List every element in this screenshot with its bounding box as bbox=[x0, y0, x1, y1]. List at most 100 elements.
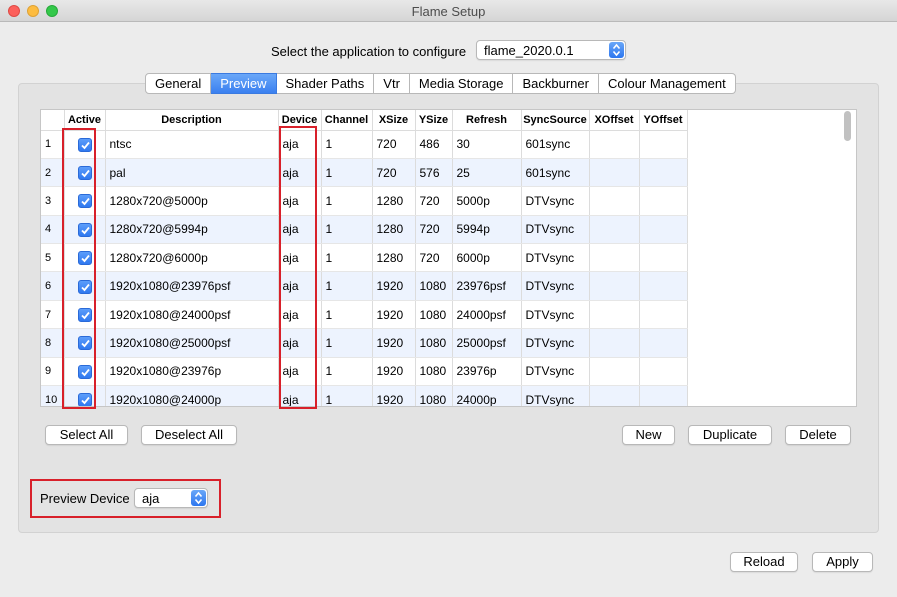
cell-channel[interactable]: 1 bbox=[321, 300, 373, 330]
cell-yoffset[interactable] bbox=[639, 186, 688, 216]
cell-ysize[interactable]: 720 bbox=[415, 186, 453, 216]
table-row[interactable]: 2 pal aja 1 720 576 25 601sync bbox=[41, 158, 688, 188]
table-row[interactable]: 7 1920x1080@24000psf aja 1 1920 1080 24000psf D… bbox=[41, 300, 688, 330]
apply-button[interactable]: Apply bbox=[812, 552, 873, 572]
cell-xoffset[interactable] bbox=[589, 357, 640, 387]
column-header-ysize[interactable]: YSize bbox=[415, 110, 453, 131]
cell-refresh[interactable]: 25 bbox=[452, 158, 522, 188]
cell-description[interactable]: 1920x1080@23976psf bbox=[105, 271, 279, 301]
cell-syncsource[interactable]: DTVsync bbox=[521, 271, 590, 301]
cell-yoffset[interactable] bbox=[639, 215, 688, 245]
cell-xsize[interactable]: 1920 bbox=[372, 328, 416, 358]
cell-xsize[interactable]: 1920 bbox=[372, 357, 416, 387]
cell-xoffset[interactable] bbox=[589, 158, 640, 188]
cell-channel[interactable]: 1 bbox=[321, 215, 373, 245]
cell-description[interactable]: 1280x720@6000p bbox=[105, 243, 279, 273]
cell-xsize[interactable]: 1280 bbox=[372, 186, 416, 216]
cell-syncsource[interactable]: 601sync bbox=[521, 130, 590, 159]
table-row[interactable]: 3 1280x720@5000p aja 1 1280 720 5000p DTVsync bbox=[41, 186, 688, 216]
cell-xoffset[interactable] bbox=[589, 271, 640, 301]
cell-channel[interactable]: 1 bbox=[321, 243, 373, 273]
table-row[interactable]: 4 1280x720@5994p aja 1 1280 720 5994p DTVsync bbox=[41, 215, 688, 245]
cell-xsize[interactable]: 1280 bbox=[372, 243, 416, 273]
reload-button[interactable]: Reload bbox=[730, 552, 798, 572]
cell-yoffset[interactable] bbox=[639, 130, 688, 159]
select-all-button[interactable]: Select All bbox=[45, 425, 128, 445]
column-header-xoffset[interactable]: XOffset bbox=[589, 110, 640, 131]
cell-syncsource[interactable]: 601sync bbox=[521, 158, 590, 188]
tab-general[interactable]: General bbox=[145, 73, 212, 94]
cell-description[interactable]: ntsc bbox=[105, 130, 279, 159]
cell-ysize[interactable]: 576 bbox=[415, 158, 453, 188]
column-header-syncsource[interactable]: SyncSource bbox=[521, 110, 590, 131]
delete-button[interactable]: Delete bbox=[785, 425, 851, 445]
cell-description[interactable]: 1920x1080@24000p bbox=[105, 385, 279, 406]
cell-ysize[interactable]: 1080 bbox=[415, 300, 453, 330]
table-row[interactable]: 8 1920x1080@25000psf aja 1 1920 1080 25000psf D… bbox=[41, 328, 688, 358]
cell-xsize[interactable]: 720 bbox=[372, 158, 416, 188]
cell-xsize[interactable]: 1920 bbox=[372, 300, 416, 330]
cell-description[interactable]: 1280x720@5994p bbox=[105, 215, 279, 245]
cell-yoffset[interactable] bbox=[639, 357, 688, 387]
cell-ysize[interactable]: 1080 bbox=[415, 328, 453, 358]
cell-channel[interactable]: 1 bbox=[321, 186, 373, 216]
cell-syncsource[interactable]: DTVsync bbox=[521, 243, 590, 273]
cell-xsize[interactable]: 720 bbox=[372, 130, 416, 159]
cell-syncsource[interactable]: DTVsync bbox=[521, 357, 590, 387]
cell-description[interactable]: 1280x720@5000p bbox=[105, 186, 279, 216]
cell-ysize[interactable]: 1080 bbox=[415, 357, 453, 387]
table-scrollbar[interactable] bbox=[844, 111, 851, 141]
cell-description[interactable]: pal bbox=[105, 158, 279, 188]
cell-ysize[interactable]: 1080 bbox=[415, 385, 453, 406]
cell-xoffset[interactable] bbox=[589, 300, 640, 330]
cell-yoffset[interactable] bbox=[639, 385, 688, 406]
cell-refresh[interactable]: 24000p bbox=[452, 385, 522, 406]
tab-shader-paths[interactable]: Shader Paths bbox=[276, 73, 375, 94]
cell-xoffset[interactable] bbox=[589, 186, 640, 216]
cell-refresh[interactable]: 5994p bbox=[452, 215, 522, 245]
cell-channel[interactable]: 1 bbox=[321, 357, 373, 387]
table-row[interactable]: 5 1280x720@6000p aja 1 1280 720 6000p DTVsync bbox=[41, 243, 688, 273]
cell-description[interactable]: 1920x1080@24000psf bbox=[105, 300, 279, 330]
duplicate-button[interactable]: Duplicate bbox=[688, 425, 772, 445]
table-row[interactable]: 6 1920x1080@23976psf aja 1 1920 1080 23976psf D… bbox=[41, 271, 688, 301]
cell-ysize[interactable]: 486 bbox=[415, 130, 453, 159]
cell-xsize[interactable]: 1920 bbox=[372, 271, 416, 301]
cell-yoffset[interactable] bbox=[639, 271, 688, 301]
cell-yoffset[interactable] bbox=[639, 300, 688, 330]
cell-refresh[interactable]: 23976p bbox=[452, 357, 522, 387]
cell-channel[interactable]: 1 bbox=[321, 271, 373, 301]
tab-preview[interactable]: Preview bbox=[211, 73, 277, 94]
cell-xoffset[interactable] bbox=[589, 328, 640, 358]
cell-ysize[interactable]: 720 bbox=[415, 243, 453, 273]
cell-refresh[interactable]: 25000psf bbox=[452, 328, 522, 358]
deselect-all-button[interactable]: Deselect All bbox=[141, 425, 237, 445]
cell-xoffset[interactable] bbox=[589, 215, 640, 245]
tab-backburner[interactable]: Backburner bbox=[513, 73, 599, 94]
cell-refresh[interactable]: 6000p bbox=[452, 243, 522, 273]
column-header-refresh[interactable]: Refresh bbox=[452, 110, 522, 131]
cell-syncsource[interactable]: DTVsync bbox=[521, 186, 590, 216]
cell-ysize[interactable]: 1080 bbox=[415, 271, 453, 301]
cell-description[interactable]: 1920x1080@23976p bbox=[105, 357, 279, 387]
cell-description[interactable]: 1920x1080@25000psf bbox=[105, 328, 279, 358]
tab-media-storage[interactable]: Media Storage bbox=[409, 73, 514, 94]
cell-xsize[interactable]: 1280 bbox=[372, 215, 416, 245]
cell-yoffset[interactable] bbox=[639, 243, 688, 273]
cell-xoffset[interactable] bbox=[589, 243, 640, 273]
cell-channel[interactable]: 1 bbox=[321, 158, 373, 188]
cell-syncsource[interactable]: DTVsync bbox=[521, 385, 590, 406]
cell-xoffset[interactable] bbox=[589, 130, 640, 159]
cell-channel[interactable]: 1 bbox=[321, 385, 373, 406]
cell-syncsource[interactable]: DTVsync bbox=[521, 328, 590, 358]
column-header-xsize[interactable]: XSize bbox=[372, 110, 416, 131]
tab-vtr[interactable]: Vtr bbox=[374, 73, 410, 94]
column-header-active[interactable]: Active bbox=[64, 110, 106, 131]
cell-refresh[interactable]: 24000psf bbox=[452, 300, 522, 330]
cell-syncsource[interactable]: DTVsync bbox=[521, 215, 590, 245]
table-row[interactable]: 1 ntsc aja 1 720 486 30 601sync bbox=[41, 130, 688, 159]
cell-ysize[interactable]: 720 bbox=[415, 215, 453, 245]
cell-refresh[interactable]: 30 bbox=[452, 130, 522, 159]
tab-colour-management[interactable]: Colour Management bbox=[598, 73, 736, 94]
new-button[interactable]: New bbox=[622, 425, 675, 445]
